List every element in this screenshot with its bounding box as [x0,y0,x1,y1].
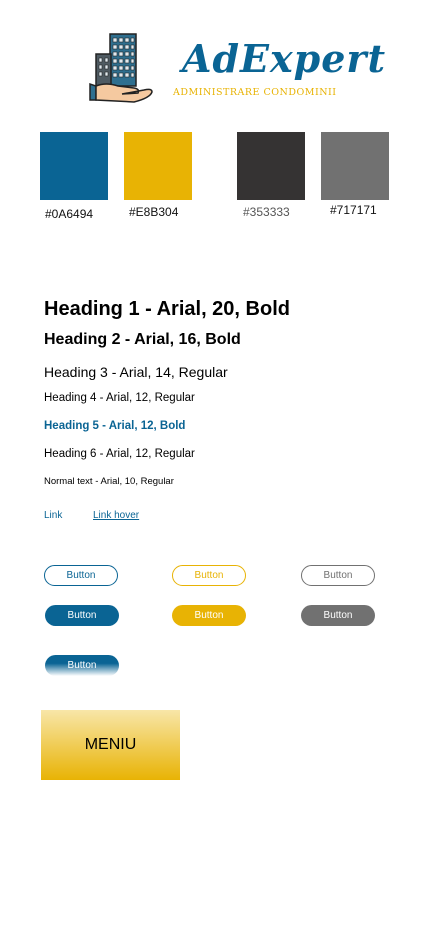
color-swatch-gray [321,132,389,200]
color-swatch-label: #E8B304 [129,205,179,219]
color-swatch-blue [40,132,108,200]
heading-5-sample: Heading 5 - Arial, 12, Bold [44,420,186,432]
filled-gray-button[interactable]: Button [301,605,375,626]
building-in-hand-icon [89,33,153,103]
brand-name: AdExpert [182,36,386,81]
heading-6-sample: Heading 6 - Arial, 12, Regular [44,448,195,460]
heading-2-sample: Heading 2 - Arial, 16, Bold [44,331,241,348]
filled-blue-button[interactable]: Button [45,605,119,626]
brand-logo: AdExpert ADMINISTRARE CONDOMINII [86,32,385,104]
gradient-blue-button[interactable]: Button [45,655,119,676]
brand-tagline: ADMINISTRARE CONDOMINII [173,87,337,98]
heading-4-sample: Heading 4 - Arial, 12, Regular [44,392,195,404]
outline-gray-button[interactable]: Button [301,565,375,586]
outline-yellow-button[interactable]: Button [172,565,246,586]
color-swatch-label: #717171 [330,203,377,217]
color-swatch-label: #353333 [243,205,290,219]
color-swatch-dark-gray [237,132,305,200]
color-swatch-label: #0A6494 [45,207,94,221]
normal-text-sample: Normal text - Arial, 10, Regular [44,476,174,487]
outline-blue-button[interactable]: Button [44,565,118,586]
heading-1-sample: Heading 1 - Arial, 20, Bold [44,298,290,320]
heading-3-sample: Heading 3 - Arial, 14, Regular [44,364,228,380]
color-swatch-yellow [124,132,192,200]
link-sample[interactable]: Link [44,510,62,521]
menu-button[interactable]: MENIU [41,710,180,780]
filled-yellow-button[interactable]: Button [172,605,246,626]
link-hover-sample[interactable]: Link hover [93,510,139,521]
